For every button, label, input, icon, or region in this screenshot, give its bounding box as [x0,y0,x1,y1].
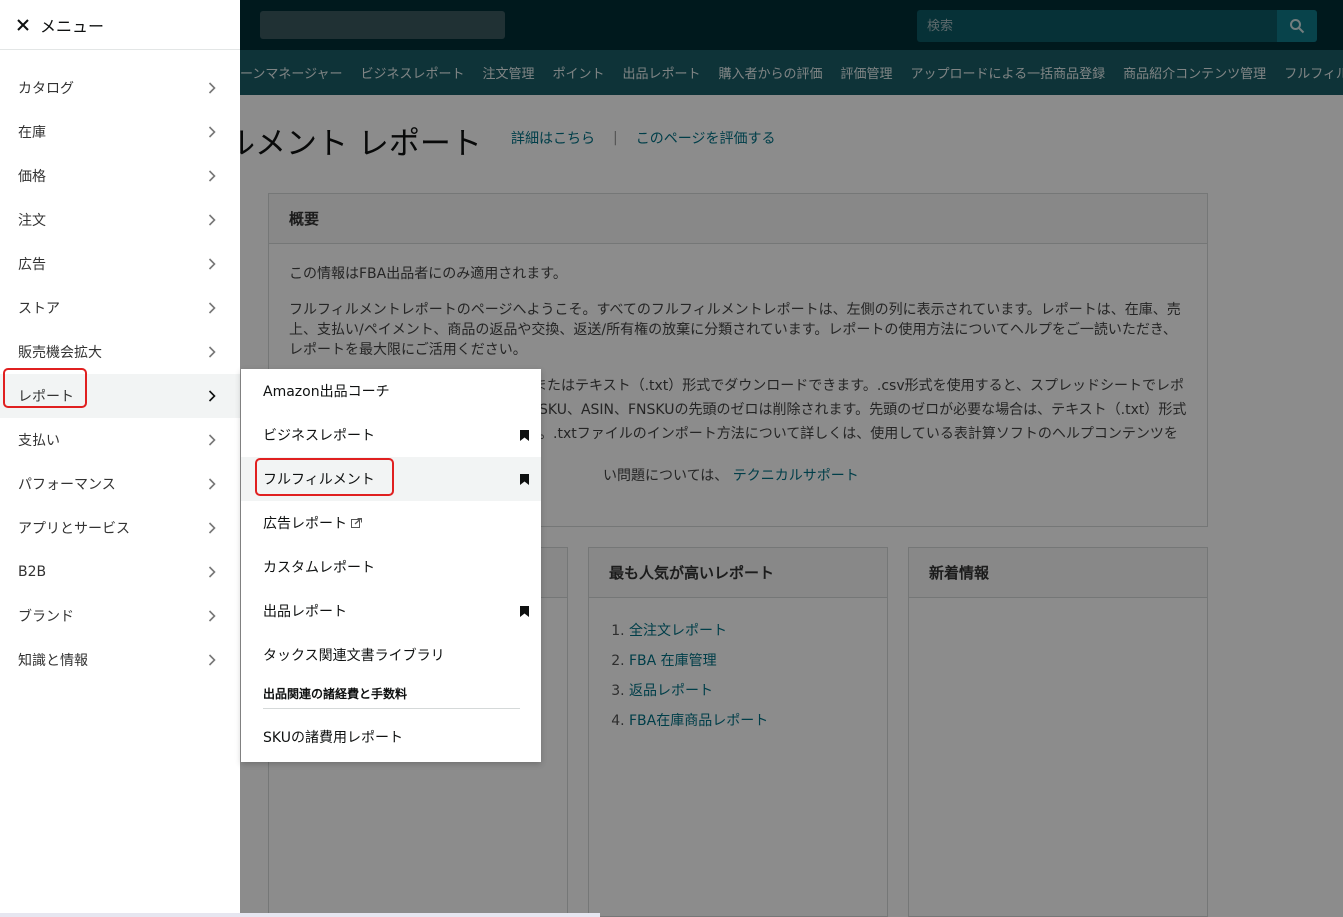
chevron-right-icon [206,126,218,138]
sidebar-item[interactable]: 在庫 [0,110,240,154]
sidebar-item[interactable]: 販売機会拡大 [0,330,240,374]
sidebar-item-label: 価格 [18,169,46,185]
bookmark-icon[interactable] [520,473,529,485]
sidebar-item[interactable]: B2B [0,550,240,594]
submenu-item-business-report[interactable]: ビジネスレポート [241,413,541,457]
chevron-right-icon [206,434,218,446]
sidebar-item[interactable]: パフォーマンス [0,462,240,506]
submenu-item-ad-report[interactable]: 広告レポート [241,501,541,545]
sidebar-item[interactable]: 広告 [0,242,240,286]
sidebar-item-label: パフォーマンス [18,477,116,493]
sidebar-item[interactable]: アプリとサービス [0,506,240,550]
menu-header: メニュー [0,0,240,50]
sidebar-item-label: 注文 [18,213,46,229]
submenu-section-heading: 出品関連の諸経費と手数料 [263,685,520,709]
chevron-right-icon [206,390,218,402]
sidebar-item[interactable]: カタログ [0,66,240,110]
submenu-item-fulfillment[interactable]: フルフィルメント [241,457,541,501]
chevron-right-icon [206,654,218,666]
chevron-right-icon [206,82,218,94]
chevron-right-icon [206,478,218,490]
sidebar-item-label: 支払い [18,433,60,449]
reports-submenu: Amazon出品コーチ ビジネスレポート フルフィルメント 広告レポート カスタ… [241,369,541,762]
submenu-item-sku-fee-report[interactable]: SKUの諸費用レポート [241,715,541,759]
external-link-icon [351,518,362,528]
submenu-item-custom-report[interactable]: カスタムレポート [241,545,541,589]
bookmark-icon[interactable] [520,605,529,617]
sidebar-item-label: ブランド [18,609,74,625]
sidebar-item[interactable]: 知識と情報 [0,638,240,682]
submenu-item-listing-report[interactable]: 出品レポート [241,589,541,633]
sidebar-item-label: レポート [18,389,74,405]
chevron-right-icon [206,346,218,358]
sidebar-item-label: カタログ [18,81,74,97]
chevron-right-icon [206,566,218,578]
sidebar-item-label: 知識と情報 [18,653,88,669]
bookmark-icon[interactable] [520,429,529,441]
close-icon[interactable] [16,18,30,32]
chevron-right-icon [206,170,218,182]
sidebar-item-label: 在庫 [18,125,46,141]
sidebar-item-label: 販売機会拡大 [18,345,102,361]
chevron-right-icon [206,522,218,534]
sidebar-item[interactable]: レポート [0,374,240,418]
menu-title: メニュー [40,16,105,36]
chevron-right-icon [206,610,218,622]
sidebar-item-label: アプリとサービス [18,521,130,537]
submenu-item-amazon-coach[interactable]: Amazon出品コーチ [241,369,541,413]
sidebar-item[interactable]: ブランド [0,594,240,638]
sidebar-item[interactable]: 価格 [0,154,240,198]
side-menu: メニュー カタログ在庫価格注文広告ストア販売機会拡大 レポート支払いパフォーマンス… [0,0,240,917]
sidebar-item-label: 広告 [18,257,46,273]
submenu-item-tax-library[interactable]: タックス関連文書ライブラリ [241,633,541,677]
sidebar-item[interactable]: ストア [0,286,240,330]
sidebar-item-label: B2B [18,564,47,580]
sidebar-item[interactable]: 注文 [0,198,240,242]
chevron-right-icon [206,258,218,270]
bottom-strip [0,913,600,917]
chevron-right-icon [206,214,218,226]
chevron-right-icon [206,302,218,314]
sidebar-item-label: ストア [18,301,60,317]
sidebar-item[interactable]: 支払い [0,418,240,462]
